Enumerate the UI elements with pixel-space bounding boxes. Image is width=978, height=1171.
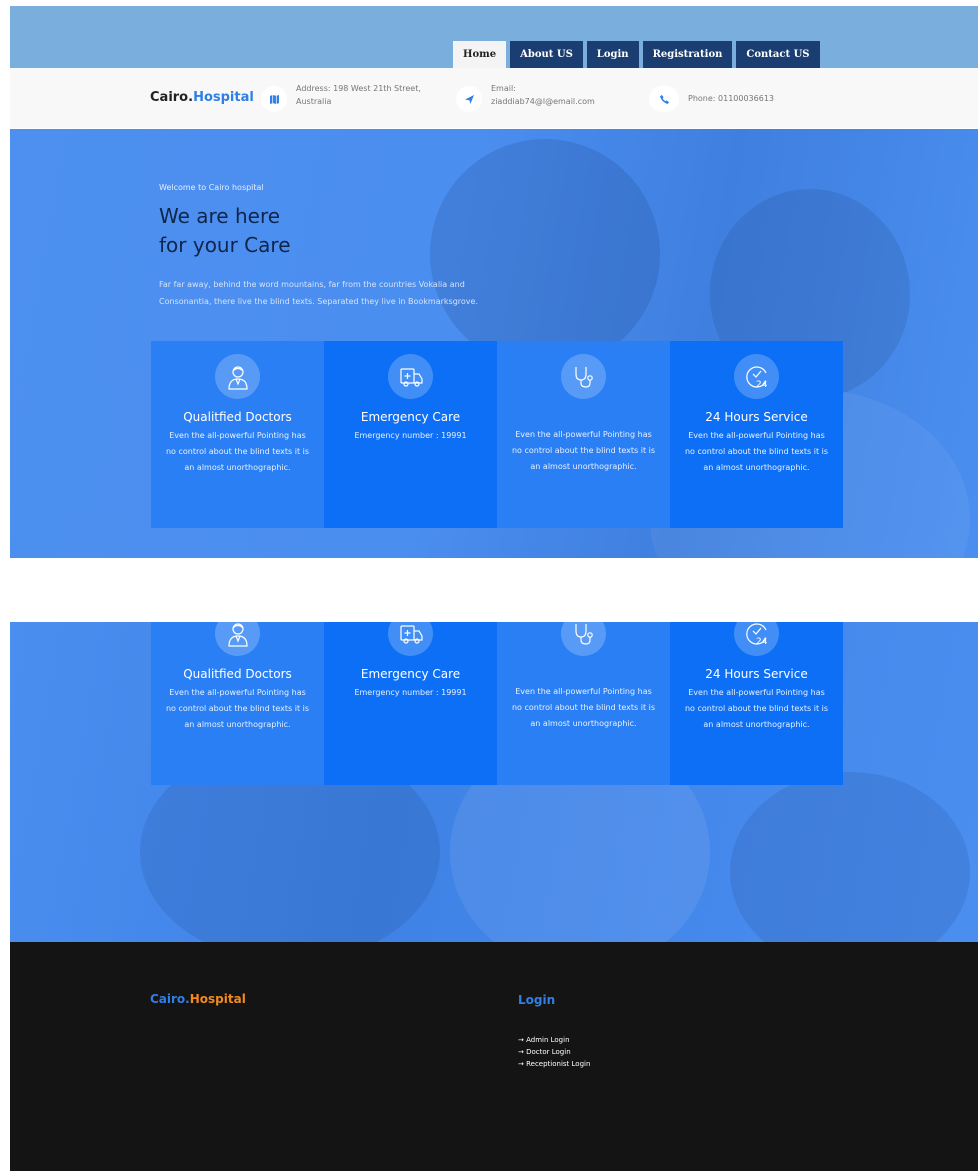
top-navbar: Home About US Login Registration Contact… bbox=[10, 6, 978, 68]
svg-text:24: 24 bbox=[756, 380, 768, 390]
clock-24-icon: 24 bbox=[734, 354, 779, 399]
site-footer: Cairo.Hospital Login → Admin Login → Doc… bbox=[10, 942, 978, 1171]
footer-logo-cairo: Cairo. bbox=[150, 992, 190, 1006]
svg-text:24: 24 bbox=[756, 637, 768, 647]
feature-card-doctors: Qualitfied Doctors Even the all-powerful… bbox=[151, 341, 324, 528]
feature-text: Even the all-powerful Pointing has no co… bbox=[511, 687, 656, 728]
footer-logo[interactable]: Cairo.Hospital bbox=[150, 992, 246, 1006]
logo-text-cairo: Cairo. bbox=[150, 90, 194, 105]
feature-card-24-hours: 24 24 Hours Service Even the all-powerfu… bbox=[670, 341, 843, 528]
logo-text-hospital: Hospital bbox=[193, 90, 254, 105]
nav-login[interactable]: Login bbox=[586, 41, 639, 68]
receptionist-login-link[interactable]: → Receptionist Login bbox=[518, 1058, 590, 1070]
welcome-text: Welcome to Cairo hospital bbox=[159, 183, 264, 192]
feature-card-doctors: Qualitfied Doctors Even the all-powerful… bbox=[151, 622, 324, 785]
feature-text: Even the all-powerful Pointing has no co… bbox=[511, 430, 656, 471]
phone-text: Phone: 01100036613 bbox=[688, 94, 775, 103]
footer-login-title: Login bbox=[518, 993, 556, 1007]
address-info: Address: 198 West 21th Street, Australia bbox=[261, 82, 436, 112]
hero-section: Welcome to Cairo hospital We are here for… bbox=[10, 129, 978, 558]
phone-info: Phone: 01100036613 bbox=[649, 82, 774, 112]
hero-bg-shape bbox=[430, 139, 660, 369]
feature-card-24-hours: 24 24 Hours Service Even the all-powerfu… bbox=[670, 622, 843, 785]
email-block: Email: ziaddiab74@l@email.com bbox=[491, 82, 595, 108]
hero-title: We are here for your Care bbox=[159, 202, 291, 260]
feature-card-emergency: Emergency Care Emergency number : 19991 bbox=[324, 622, 497, 785]
nav-registration[interactable]: Registration bbox=[642, 41, 733, 68]
feature-title: Emergency Care bbox=[360, 667, 461, 681]
footer-logo-hospital: Hospital bbox=[189, 992, 246, 1006]
doctor-icon bbox=[215, 622, 260, 656]
feature-text: Even the all-powerful Pointing has no co… bbox=[684, 431, 829, 472]
doctor-login-link[interactable]: → Doctor Login bbox=[518, 1046, 590, 1058]
stethoscope-icon bbox=[561, 622, 606, 656]
feature-title: Qualitfied Doctors bbox=[183, 410, 292, 424]
phone-icon bbox=[649, 86, 679, 112]
feature-card-emergency: Emergency Care Emergency number : 19991 bbox=[324, 341, 497, 528]
feature-text: Even the all-powerful Pointing has no co… bbox=[684, 688, 829, 729]
feature-title: 24 Hours Service bbox=[705, 410, 808, 424]
feature-cards: Qualitfied Doctors Even the all-powerful… bbox=[151, 341, 843, 528]
feature-text: Even the all-powerful Pointing has no co… bbox=[165, 688, 310, 729]
email-info: Email: ziaddiab74@l@email.com bbox=[456, 82, 595, 112]
nav-about-us[interactable]: About US bbox=[510, 41, 583, 68]
email-address[interactable]: ziaddiab74@l@email.com bbox=[491, 97, 595, 106]
feature-title: Qualitfied Doctors bbox=[183, 667, 292, 681]
stethoscope-icon bbox=[561, 354, 606, 399]
email-label: Email: bbox=[491, 84, 516, 93]
info-bar: Cairo.Hospital Address: 198 West 21th St… bbox=[10, 68, 978, 128]
hero-lead: Far far away, behind the word mountains,… bbox=[159, 280, 479, 306]
clock-24-icon: 24 bbox=[734, 622, 779, 656]
feature-title: 24 Hours Service bbox=[705, 667, 808, 681]
feature-title: Emergency Care bbox=[360, 410, 461, 424]
feature-card-stethoscope: Even the all-powerful Pointing has no co… bbox=[497, 622, 670, 785]
nav-contact-us[interactable]: Contact US bbox=[736, 41, 820, 68]
map-icon bbox=[261, 86, 287, 112]
hero-section-scrolled: Qualitfied Doctors Even the all-powerful… bbox=[10, 622, 978, 942]
feature-cards: Qualitfied Doctors Even the all-powerful… bbox=[151, 622, 843, 785]
ambulance-icon bbox=[388, 354, 433, 399]
feature-text: Emergency number : 19991 bbox=[354, 431, 467, 440]
ambulance-icon bbox=[388, 622, 433, 656]
nav-home[interactable]: Home bbox=[453, 41, 507, 68]
doctor-icon bbox=[215, 354, 260, 399]
feature-text: Emergency number : 19991 bbox=[354, 688, 467, 697]
hero-title-line2: for your Care bbox=[159, 233, 291, 257]
hero-title-line1: We are here bbox=[159, 204, 281, 228]
address-text: Address: 198 West 21th Street, Australia bbox=[296, 84, 421, 106]
main-menu: Home About US Login Registration Contact… bbox=[453, 41, 824, 68]
footer-login-links: → Admin Login → Doctor Login → Reception… bbox=[518, 1034, 590, 1070]
admin-login-link[interactable]: → Admin Login bbox=[518, 1034, 590, 1046]
feature-card-stethoscope: Even the all-powerful Pointing has no co… bbox=[497, 341, 670, 528]
hero-bg-shape bbox=[730, 772, 970, 942]
feature-text: Even the all-powerful Pointing has no co… bbox=[165, 431, 310, 472]
site-logo[interactable]: Cairo.Hospital bbox=[150, 90, 254, 105]
paper-plane-icon bbox=[456, 86, 482, 112]
